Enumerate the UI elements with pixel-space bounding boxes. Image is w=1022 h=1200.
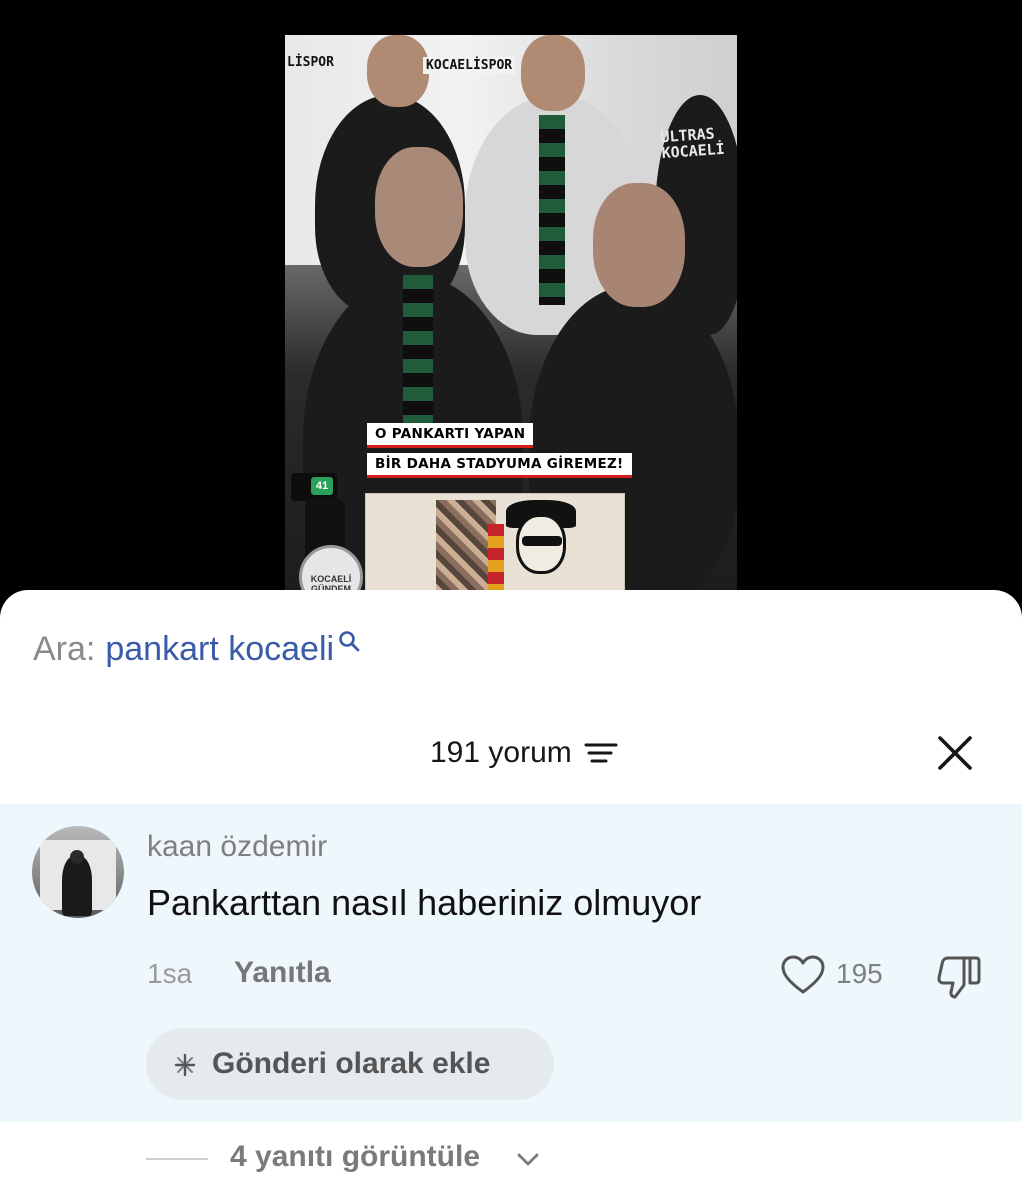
avatar-head	[70, 850, 84, 864]
channel-badge: 41	[311, 477, 333, 495]
video-player[interactable]: LİSPOR KOCAELİSPOR ULTRAS KOCAELİ 41 KOC…	[0, 0, 1022, 600]
search-suggestion[interactable]: Ara: pankart kocaeli	[33, 630, 360, 669]
sort-icon[interactable]	[584, 742, 618, 764]
search-prefix: Ara:	[33, 630, 96, 668]
comments-header: 191 yorum	[0, 728, 1022, 778]
scarf-back-center	[539, 115, 565, 305]
replies-divider	[146, 1158, 208, 1160]
banner-scarf	[488, 524, 504, 600]
logo-text-left: LİSPOR	[287, 55, 334, 70]
scarf-front-left	[403, 275, 433, 445]
comments-count[interactable]: 191 yorum	[430, 736, 618, 770]
logo-text-center: KOCAELİSPOR	[423, 57, 516, 74]
person-front-right-head	[593, 183, 685, 307]
like-count: 195	[836, 958, 883, 989]
search-query-link[interactable]: pankart kocaeli	[105, 630, 334, 669]
comment-text: Pankarttan nasıl haberiniz olmuyor	[147, 882, 702, 923]
chevron-down-icon[interactable]	[515, 1150, 541, 1168]
person-front-left-head	[375, 147, 463, 267]
video-caption-line2: BİR DAHA STADYUMA GİREMEZ!	[367, 453, 632, 478]
thumbs-down-icon[interactable]	[934, 952, 984, 1000]
pixelated-figure	[436, 500, 496, 600]
person-back-center-head	[521, 35, 585, 111]
view-replies-button[interactable]: 4 yanıtı görüntüle	[230, 1140, 480, 1174]
comments-sheet: Ara: pankart kocaeli 191 yorum kaan özde…	[0, 590, 1022, 1200]
add-as-post-label: Gönderi olarak ekle	[212, 1047, 491, 1080]
comments-count-label: 191 yorum	[430, 736, 572, 769]
banner-image	[365, 493, 625, 600]
person-back-left-head	[367, 35, 429, 107]
comment-time: 1sa	[147, 958, 193, 989]
search-icon[interactable]	[338, 622, 360, 652]
add-as-post-button[interactable]: Gönderi olarak ekle	[146, 1028, 554, 1100]
tv41-microphone: 41	[291, 473, 337, 501]
ultras-text: ULTRAS KOCAELİ	[660, 124, 725, 162]
video-caption-line1: O PANKARTI YAPAN	[367, 423, 534, 448]
comment-item: kaan özdemir Pankarttan nasıl haberiniz …	[0, 804, 1022, 1122]
avatar-figure	[62, 856, 92, 916]
close-icon[interactable]	[936, 734, 974, 772]
banner-sunglasses	[522, 536, 562, 546]
reply-button[interactable]: Yanıtla	[234, 956, 331, 990]
video-frame[interactable]: LİSPOR KOCAELİSPOR ULTRAS KOCAELİ 41 KOC…	[285, 35, 737, 600]
comment-username[interactable]: kaan özdemir	[147, 830, 327, 864]
avatar[interactable]	[32, 826, 124, 918]
sparkle-icon	[174, 1053, 196, 1077]
view-replies-row[interactable]: 4 yanıtı görüntüle	[0, 1138, 1022, 1178]
heart-icon[interactable]	[780, 954, 826, 996]
